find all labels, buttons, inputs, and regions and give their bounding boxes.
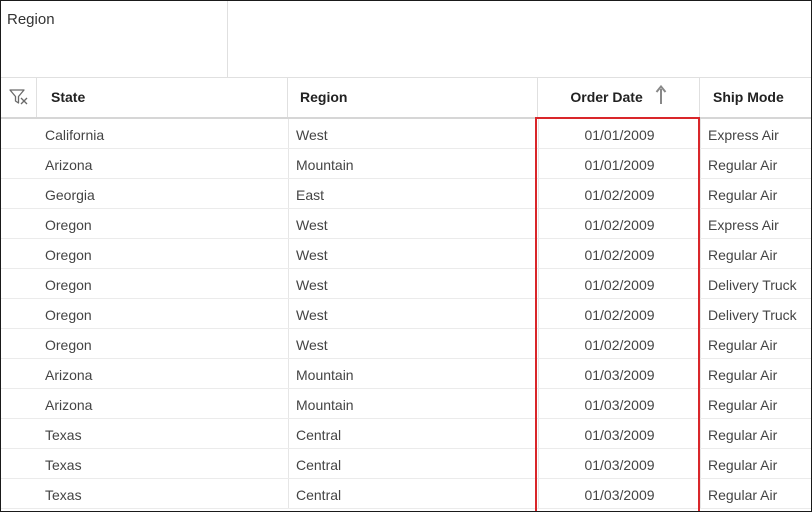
cell-order-date[interactable]: 01/03/2009 (538, 449, 700, 478)
cell-ship-mode[interactable]: Delivery Truck (700, 299, 811, 328)
row-indent-cell (1, 329, 37, 358)
cell-ship-mode[interactable]: Regular Air (700, 179, 811, 208)
table-row[interactable]: Oregon West 01/02/2009 Regular Air (1, 329, 811, 359)
cell-state[interactable]: Texas (37, 479, 288, 508)
table-row[interactable]: Texas Central 01/03/2009 Regular Air (1, 449, 811, 479)
cell-order-date[interactable]: 01/02/2009 (538, 209, 700, 238)
column-header-order-date[interactable]: Order Date (538, 78, 700, 117)
cell-order-date[interactable]: 01/03/2009 (538, 479, 700, 508)
cell-order-date[interactable]: 01/02/2009 (538, 179, 700, 208)
grid-header: State Region Order Date Ship Mode (1, 78, 811, 119)
cell-order-date[interactable]: 01/01/2009 (538, 149, 700, 178)
column-header-ship-mode[interactable]: Ship Mode (700, 78, 811, 117)
filter-button[interactable] (1, 78, 37, 117)
table-row[interactable]: Oregon West 01/02/2009 Delivery Truck (1, 299, 811, 329)
cell-order-date[interactable]: 01/01/2009 (538, 119, 700, 148)
table-row[interactable]: Oregon West 01/02/2009 Delivery Truck (1, 269, 811, 299)
cell-region[interactable]: Mountain (288, 149, 538, 178)
row-indent-cell (1, 449, 37, 478)
group-field-chip[interactable]: Region (1, 1, 228, 77)
cell-state[interactable]: California (37, 119, 288, 148)
cell-state[interactable]: Georgia (37, 179, 288, 208)
cell-ship-mode[interactable]: Regular Air (700, 149, 811, 178)
group-drop-area[interactable]: Region (1, 1, 811, 78)
cell-order-date[interactable]: 01/02/2009 (538, 239, 700, 268)
cell-region[interactable]: Central (288, 479, 538, 508)
table-row[interactable]: Texas Central 01/03/2009 Regular Air (1, 479, 811, 509)
cell-ship-mode[interactable]: Regular Air (700, 389, 811, 418)
sort-ascending-arrow-icon[interactable] (655, 85, 667, 105)
column-header-label: State (51, 89, 86, 105)
cell-state[interactable]: Oregon (37, 269, 288, 298)
cell-state[interactable]: Arizona (37, 389, 288, 418)
table-row[interactable]: California West 01/01/2009 Express Air (1, 119, 811, 149)
table-row[interactable]: Oregon West 01/02/2009 Regular Air (1, 239, 811, 269)
cell-ship-mode[interactable]: Express Air (700, 209, 811, 238)
cell-order-date[interactable]: 01/03/2009 (538, 389, 700, 418)
cell-region[interactable]: West (288, 329, 538, 358)
cell-region[interactable]: West (288, 269, 538, 298)
row-indent-cell (1, 299, 37, 328)
row-indent-cell (1, 389, 37, 418)
cell-region[interactable]: Central (288, 449, 538, 478)
cell-ship-mode[interactable]: Regular Air (700, 419, 811, 448)
cell-order-date[interactable]: 01/03/2009 (538, 419, 700, 448)
cell-order-date[interactable]: 01/03/2009 (538, 359, 700, 388)
table-row[interactable]: Texas Central 01/03/2009 Regular Air (1, 419, 811, 449)
column-header-label: Ship Mode (713, 89, 784, 105)
cell-order-date[interactable]: 01/02/2009 (538, 269, 700, 298)
cell-region[interactable]: West (288, 299, 538, 328)
cell-order-date[interactable]: 01/02/2009 (538, 299, 700, 328)
table-row[interactable]: Georgia East 01/02/2009 Regular Air (1, 179, 811, 209)
cell-ship-mode[interactable]: Regular Air (700, 359, 811, 388)
cell-state[interactable]: Oregon (37, 329, 288, 358)
cell-ship-mode[interactable]: Regular Air (700, 329, 811, 358)
row-indent-cell (1, 119, 37, 148)
cell-state[interactable]: Oregon (37, 239, 288, 268)
cell-region[interactable]: Central (288, 419, 538, 448)
table-row[interactable]: Arizona Mountain 01/03/2009 Regular Air (1, 359, 811, 389)
cell-region[interactable]: Mountain (288, 359, 538, 388)
row-indent-cell (1, 239, 37, 268)
cell-state[interactable]: Texas (37, 449, 288, 478)
pivot-grid: Region State Region Order Date Ship Mode (0, 0, 812, 512)
column-header-label: Region (300, 89, 348, 105)
cell-order-date[interactable]: 01/02/2009 (538, 329, 700, 358)
row-indent-cell (1, 479, 37, 508)
cell-region[interactable]: Mountain (288, 389, 538, 418)
group-field-label: Region (7, 11, 55, 28)
table-row[interactable]: Oregon West 01/02/2009 Express Air (1, 209, 811, 239)
row-indent-cell (1, 179, 37, 208)
cell-state[interactable]: Arizona (37, 359, 288, 388)
cell-region[interactable]: West (288, 239, 538, 268)
cell-state[interactable]: Arizona (37, 149, 288, 178)
table-row[interactable]: Arizona Mountain 01/01/2009 Regular Air (1, 149, 811, 179)
row-indent-cell (1, 419, 37, 448)
table-row[interactable]: Arizona Mountain 01/03/2009 Regular Air (1, 389, 811, 419)
cell-state[interactable]: Texas (37, 419, 288, 448)
cell-region[interactable]: East (288, 179, 538, 208)
cell-state[interactable]: Oregon (37, 299, 288, 328)
cell-ship-mode[interactable]: Delivery Truck (700, 269, 811, 298)
row-indent-cell (1, 359, 37, 388)
row-indent-cell (1, 149, 37, 178)
column-header-region[interactable]: Region (288, 78, 538, 117)
filter-icon (8, 89, 27, 105)
row-indent-cell (1, 269, 37, 298)
column-header-state[interactable]: State (37, 78, 288, 117)
cell-ship-mode[interactable]: Regular Air (700, 239, 811, 268)
row-indent-cell (1, 209, 37, 238)
cell-ship-mode[interactable]: Express Air (700, 119, 811, 148)
cell-region[interactable]: West (288, 119, 538, 148)
grid-body: California West 01/01/2009 Express Air A… (1, 119, 811, 511)
cell-region[interactable]: West (288, 209, 538, 238)
cell-ship-mode[interactable]: Regular Air (700, 479, 811, 508)
column-header-label: Order Date (570, 89, 643, 105)
cell-ship-mode[interactable]: Regular Air (700, 449, 811, 478)
cell-state[interactable]: Oregon (37, 209, 288, 238)
